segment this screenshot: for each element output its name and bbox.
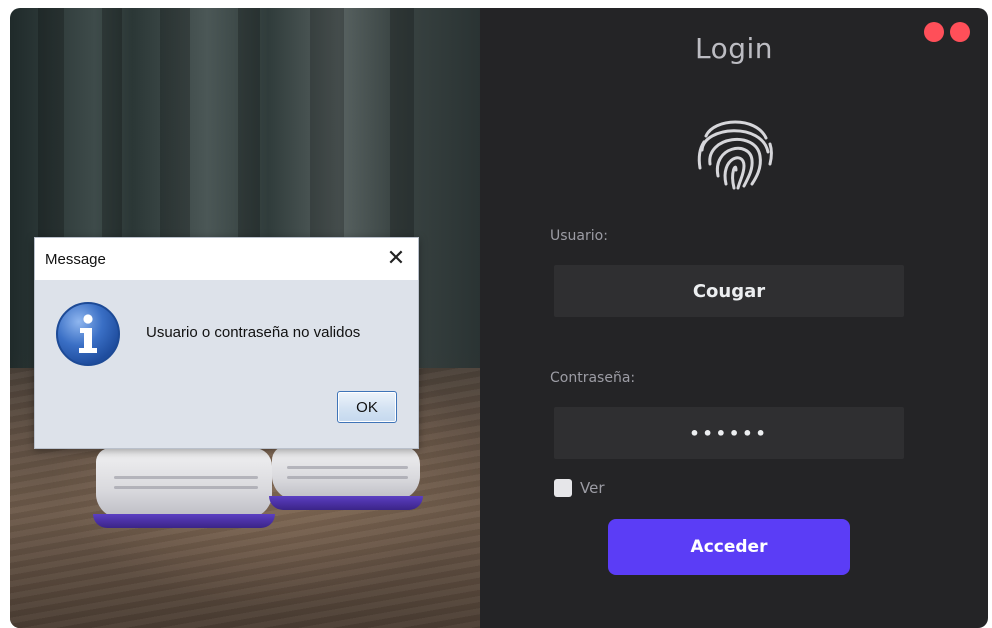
shoe-right <box>269 446 423 510</box>
password-label: Contraseña: <box>550 370 636 386</box>
password-field[interactable]: •••••• <box>554 407 904 459</box>
dialog-close-button[interactable]: ✕ <box>384 247 408 271</box>
show-password-toggle[interactable]: Ver <box>554 479 605 497</box>
login-button[interactable]: Acceder <box>608 519 850 575</box>
show-password-checkbox[interactable] <box>554 479 572 497</box>
login-panel: Login Usuario: Cougar Contraseña: ••••••… <box>480 8 988 628</box>
ok-button[interactable]: OK <box>337 391 397 423</box>
dialog-titlebar: Message ✕ <box>35 238 418 280</box>
dialog-message: Usuario o contraseña no validos <box>146 324 361 341</box>
username-field[interactable]: Cougar <box>554 265 904 317</box>
shoe-left <box>93 448 275 528</box>
show-password-label: Ver <box>580 479 605 497</box>
info-icon <box>56 302 120 366</box>
login-title: Login <box>694 32 774 65</box>
dialog-title: Message <box>45 250 106 268</box>
fingerprint-icon <box>697 120 773 190</box>
message-dialog: Message ✕ Usuario o contraseña no valido… <box>34 237 419 449</box>
username-label: Usuario: <box>550 228 608 244</box>
